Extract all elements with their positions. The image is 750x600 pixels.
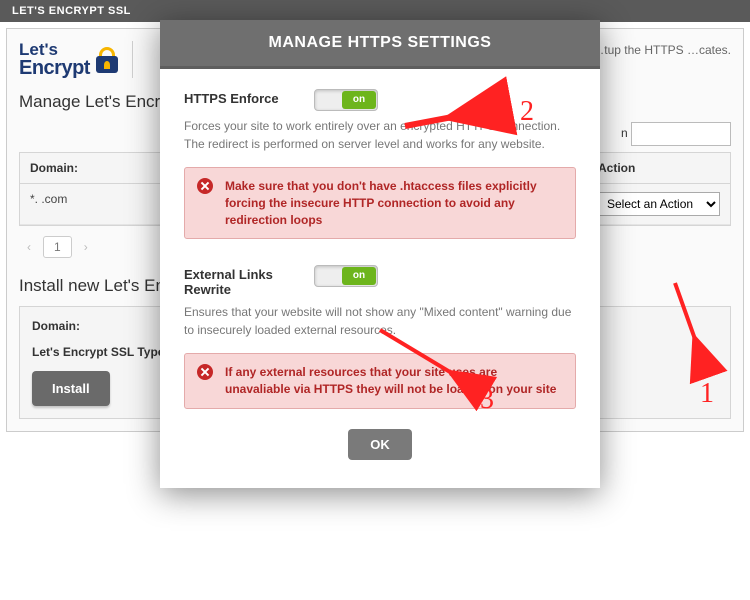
error-icon [197, 364, 213, 380]
ok-button[interactable]: OK [348, 429, 412, 460]
enforce-warning-text: Make sure that you don't have .htaccess … [225, 178, 561, 228]
page-title-bar: LET'S ENCRYPT SSL [0, 0, 750, 22]
rewrite-toggle[interactable]: on [314, 265, 378, 287]
rewrite-warning: If any external resources that your site… [184, 353, 576, 409]
enforce-toggle[interactable]: on [314, 89, 378, 111]
domain-filter-label: n [621, 126, 628, 140]
rewrite-row: External Links Rewrite on [184, 265, 576, 297]
install-button[interactable]: Install [32, 371, 110, 406]
https-settings-modal: MANAGE HTTPS SETTINGS HTTPS Enforce on F… [160, 20, 600, 488]
lets-encrypt-logo: Let's Encrypt [19, 41, 118, 78]
lock-icon [96, 47, 118, 73]
rewrite-label: External Links Rewrite [184, 265, 314, 297]
action-dropdown[interactable]: Select an Action [598, 192, 720, 216]
modal-title: MANAGE HTTPS SETTINGS [160, 20, 600, 69]
pager-current[interactable]: 1 [43, 236, 72, 258]
enforce-label: HTTPS Enforce [184, 89, 314, 106]
error-icon [197, 178, 213, 194]
vertical-divider [132, 41, 133, 78]
enforce-row: HTTPS Enforce on [184, 89, 576, 111]
pager-next[interactable]: › [84, 240, 88, 254]
logo-line2: Encrypt [19, 58, 90, 78]
logo-line1: Let's [19, 41, 90, 58]
rewrite-desc: Ensures that your website will not show … [184, 303, 576, 339]
toggle-on-icon: on [342, 267, 376, 285]
enforce-desc: Forces your site to work entirely over a… [184, 117, 576, 153]
pager-prev[interactable]: ‹ [27, 240, 31, 254]
toggle-on-icon: on [342, 91, 376, 109]
domain-filter-input[interactable] [631, 122, 731, 146]
domain-cell: *. .com [30, 192, 67, 206]
col-action: Action [588, 153, 730, 184]
rewrite-warning-text: If any external resources that your site… [225, 364, 561, 398]
enforce-warning: Make sure that you don't have .htaccess … [184, 167, 576, 239]
